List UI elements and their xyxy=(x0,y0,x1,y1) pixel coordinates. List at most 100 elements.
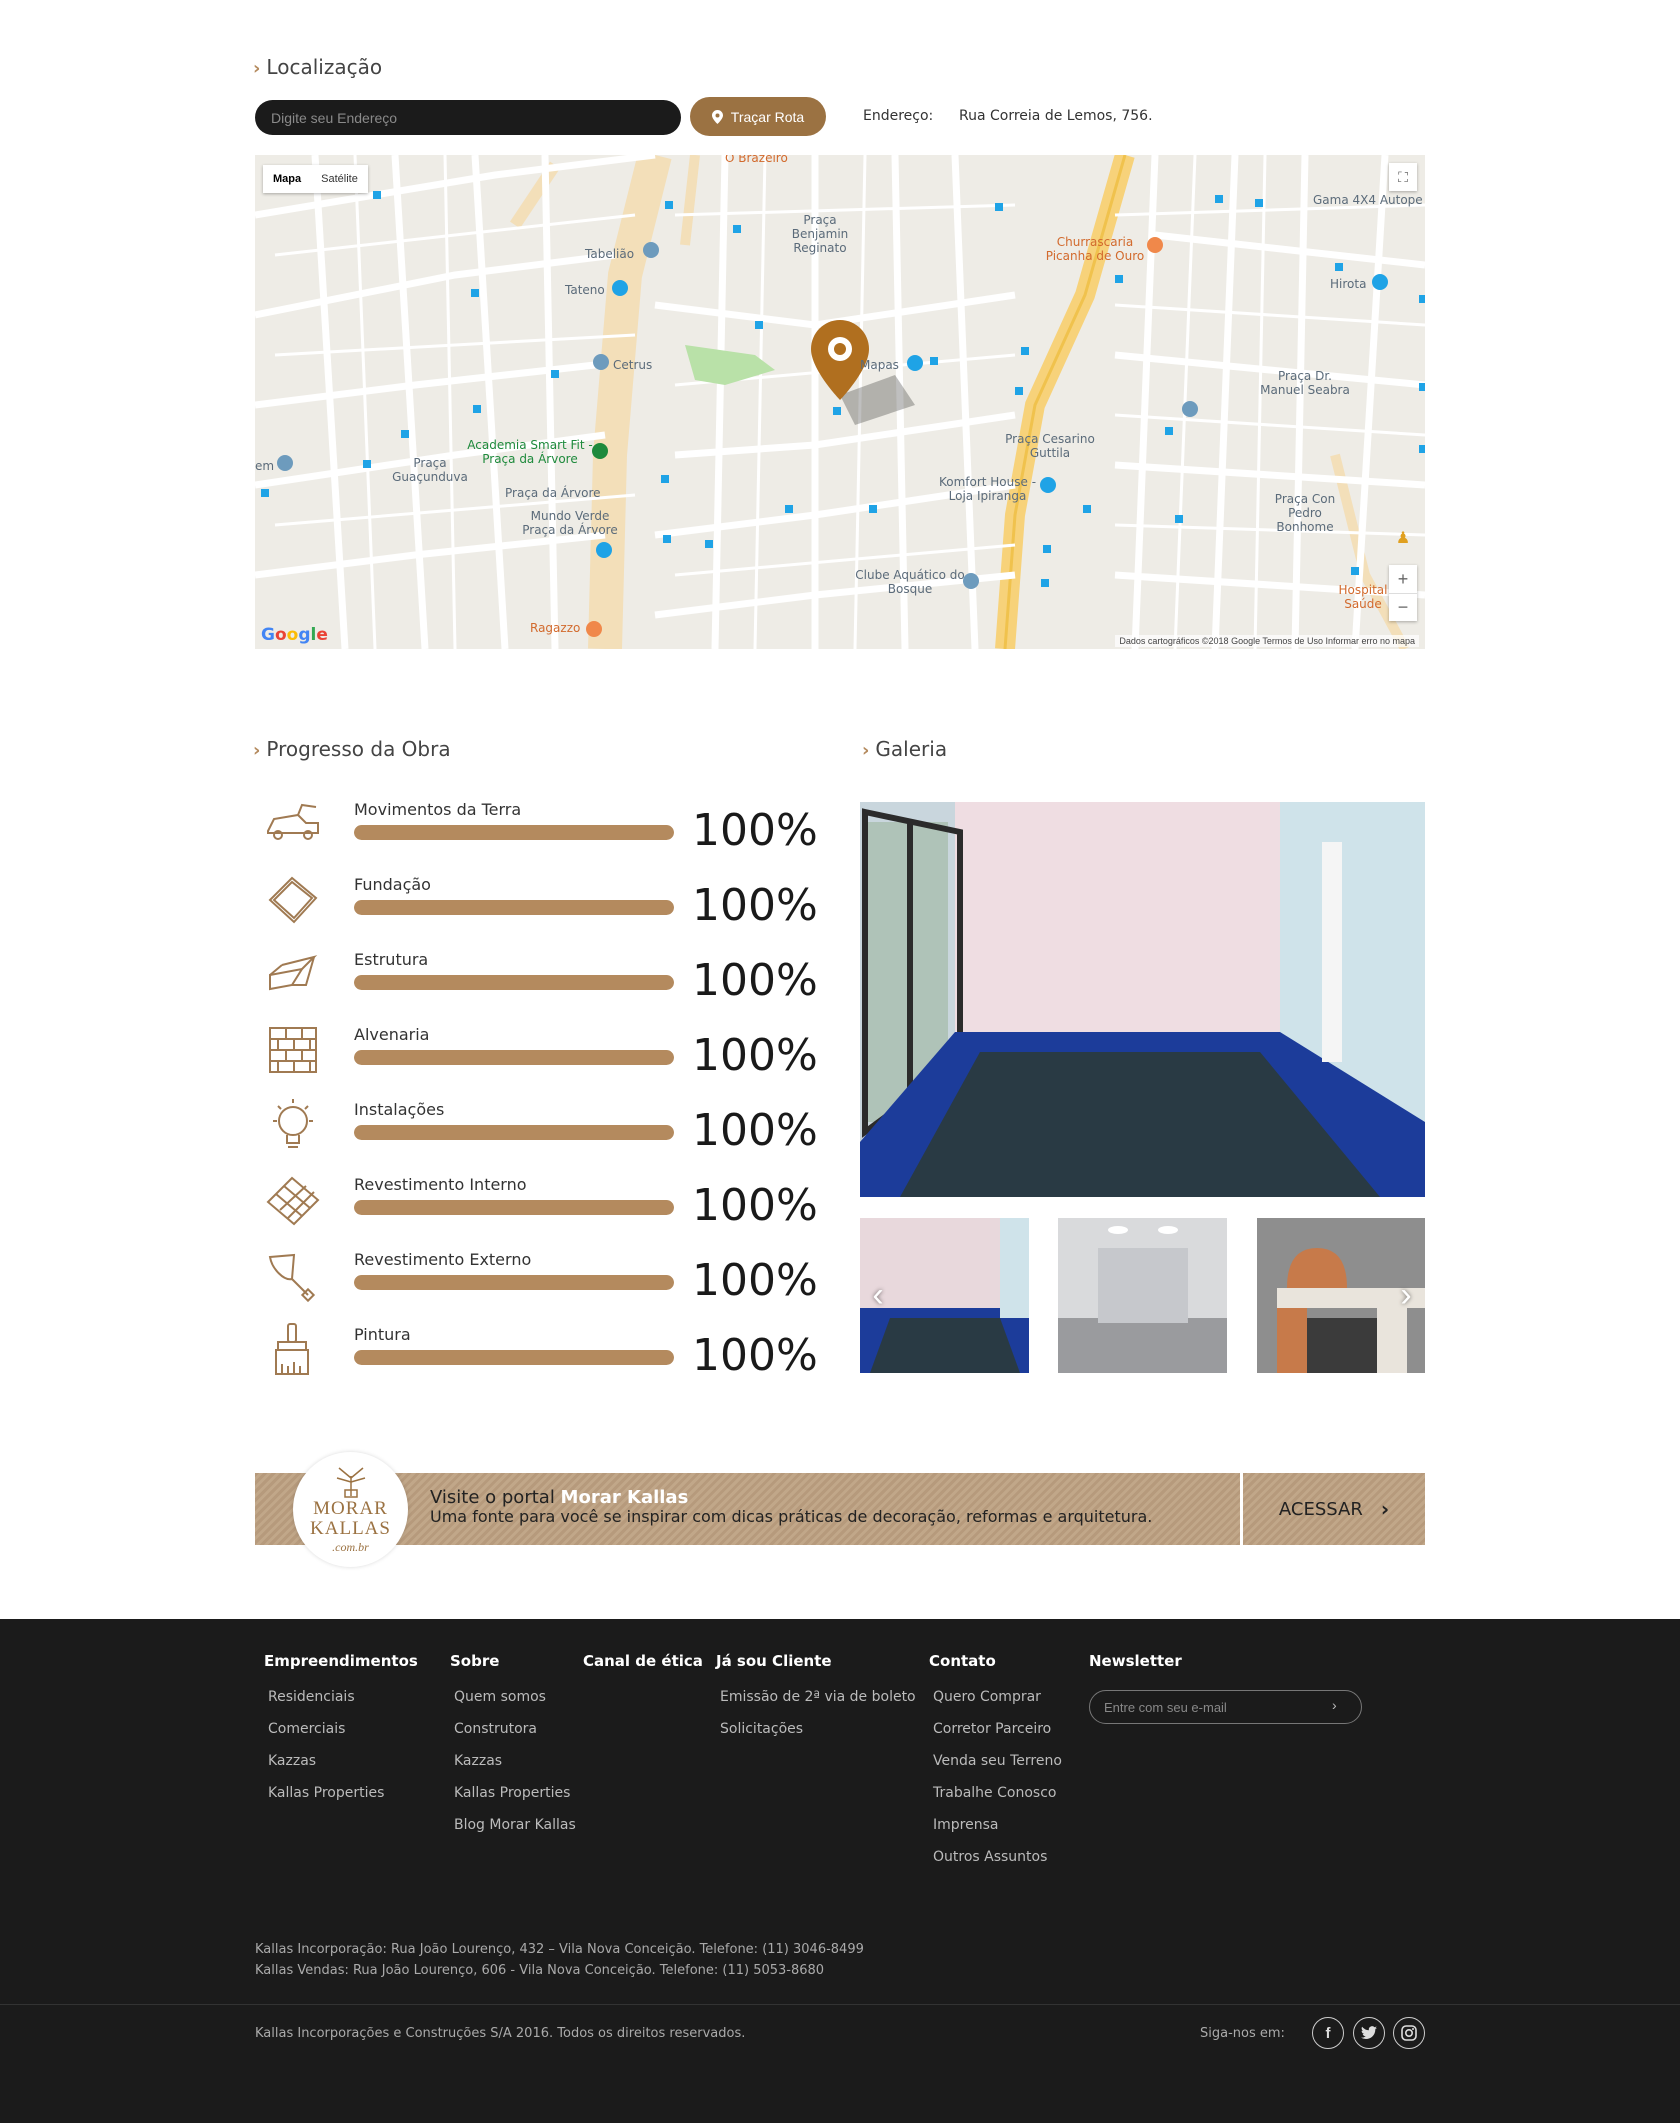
progress-bar xyxy=(354,825,674,840)
map-label-tateno: Tateno xyxy=(565,283,605,297)
gallery-thumb[interactable] xyxy=(1058,1218,1227,1373)
footer-col-cliente: Já sou Cliente Emissão de 2ª via de bole… xyxy=(716,1652,916,1745)
address-label: Endereço: xyxy=(863,108,934,124)
fullscreen-icon[interactable]: ⛶ xyxy=(1389,163,1417,191)
truck-icon xyxy=(267,803,319,840)
paint-brush-icon xyxy=(275,1323,309,1375)
footer-link-canal-etica[interactable]: Canal de ética xyxy=(583,1652,703,1670)
map-label-praca-benjamin: Praça Benjamin Reginato xyxy=(791,213,849,255)
footer-link[interactable]: Kallas Properties xyxy=(450,1777,576,1809)
instagram-glyph xyxy=(1401,2025,1417,2041)
footer-link[interactable]: Venda seu Terreno xyxy=(929,1745,1062,1777)
banner-subtitle: Uma fonte para você se inspirar com dica… xyxy=(430,1507,1153,1526)
progress-item-name: Fundação xyxy=(354,875,431,894)
map[interactable]: Mapa Satélite O Brazeiro Tabelião Tateno… xyxy=(255,155,1425,649)
chevron-right-icon: › xyxy=(253,740,261,761)
thumb-photo xyxy=(1058,1218,1227,1373)
trace-route-button[interactable]: Traçar Rota xyxy=(690,97,826,136)
map-label-gama: Gama 4X4 Autope xyxy=(1313,193,1423,207)
chevron-right-icon: › xyxy=(1380,1497,1390,1521)
gallery-main-image[interactable] xyxy=(860,802,1425,1197)
newsletter-email-input[interactable] xyxy=(1089,1690,1362,1724)
gallery-next-arrow[interactable]: › xyxy=(1392,1275,1420,1315)
progress-bar-fill xyxy=(354,1125,674,1140)
footer-link[interactable]: Kazzas xyxy=(264,1745,418,1777)
map-label-praca-manuel: Praça Dr. Manuel Seabra xyxy=(1260,369,1350,397)
trowel-icon xyxy=(268,1253,316,1303)
zoom-out-button[interactable]: − xyxy=(1389,593,1417,621)
footer-link[interactable]: Outros Assuntos xyxy=(929,1841,1062,1873)
newsletter-submit-arrow-icon[interactable]: › xyxy=(1332,1697,1337,1713)
map-label-ragazzo: Ragazzo xyxy=(530,621,581,635)
progress-bar xyxy=(354,1200,674,1215)
twitter-icon[interactable] xyxy=(1353,2017,1385,2049)
map-type-toggle: Mapa Satélite xyxy=(263,165,368,193)
progress-item: Fundação 100% xyxy=(262,870,822,931)
map-attribution: Dados cartográficos ©2018 Google Termos … xyxy=(1115,635,1419,647)
progress-section-title: › Progresso da Obra xyxy=(253,737,451,761)
map-type-map[interactable]: Mapa xyxy=(263,165,311,193)
footer-col-sobre: Sobre Quem somos Construtora Kazzas Kall… xyxy=(450,1652,576,1841)
footer-link[interactable]: Blog Morar Kallas xyxy=(450,1809,576,1841)
progress-bar xyxy=(354,1050,674,1065)
progress-bar-fill xyxy=(354,1275,674,1290)
footer-col-newsletter: Newsletter xyxy=(1089,1652,1182,1670)
progress-bar-fill xyxy=(354,1200,674,1215)
footer-col-empreendimentos: Empreendimentos Residenciais Comerciais … xyxy=(264,1652,418,1809)
footer-link[interactable]: Quero Comprar xyxy=(929,1681,1062,1713)
footer-link[interactable]: Residenciais xyxy=(264,1681,418,1713)
progress-item-name: Instalações xyxy=(354,1100,445,1119)
progress-item-name: Movimentos da Terra xyxy=(354,800,522,819)
footer-link[interactable]: Solicitações xyxy=(716,1713,916,1745)
progress-item: Estrutura 100% xyxy=(262,945,822,1006)
footer-link[interactable]: Kallas Properties xyxy=(264,1777,418,1809)
follow-us-label: Siga-nos em: xyxy=(1200,2026,1285,2041)
gallery-prev-arrow[interactable]: ‹ xyxy=(864,1275,892,1315)
footer-copyright: Kallas Incorporações e Construções S/A 2… xyxy=(255,2026,746,2041)
map-label-tabeliao: Tabelião xyxy=(585,247,635,261)
brick-wall-icon xyxy=(269,1027,317,1073)
tiles-icon xyxy=(266,1176,320,1226)
footer-link[interactable]: Corretor Parceiro xyxy=(929,1713,1062,1745)
map-label-churrascaria: Churrascaria Picanha de Ouro xyxy=(1045,235,1145,263)
plant-logo-icon xyxy=(336,1467,366,1498)
progress-value: 100% xyxy=(692,1255,818,1306)
map-label-o-brazeiro: O Brazeiro xyxy=(725,155,788,165)
zoom-in-button[interactable]: + xyxy=(1389,565,1417,593)
progress-item-name: Revestimento Externo xyxy=(354,1250,532,1269)
access-button[interactable]: ACESSAR › xyxy=(1243,1473,1425,1545)
chevron-right-icon: › xyxy=(253,58,261,79)
progress-item: Pintura 100% xyxy=(262,1320,822,1381)
map-label-praca-pedro: Praça Con Pedro Bonhome xyxy=(1274,492,1336,534)
footer-address-2: Kallas Vendas: Rua João Lourenço, 606 - … xyxy=(255,1963,825,1978)
map-label-komfort: Komfort House - Loja Ipiranga xyxy=(938,475,1037,503)
footer-link[interactable]: Trabalhe Conosco xyxy=(929,1777,1062,1809)
progress-bar-fill xyxy=(354,900,674,915)
progress-item: Revestimento Externo 100% xyxy=(262,1245,822,1306)
location-section-title: › Localização xyxy=(253,55,383,79)
footer-link[interactable]: Quem somos xyxy=(450,1681,576,1713)
map-label-cetrus: Cetrus xyxy=(613,358,653,372)
page: ›Localização Traçar Rota Endereço: Rua C… xyxy=(0,0,1680,2123)
map-label-academia: Academia Smart Fit - Praça da Árvore xyxy=(467,438,593,466)
footer-link[interactable]: Emissão de 2ª via de boleto xyxy=(716,1681,916,1713)
footer-link[interactable]: Construtora xyxy=(450,1713,576,1745)
footer-link[interactable]: Comerciais xyxy=(264,1713,418,1745)
facebook-icon[interactable]: f xyxy=(1312,2017,1344,2049)
progress-value: 100% xyxy=(692,955,818,1006)
address-input[interactable] xyxy=(255,100,681,135)
footer-link[interactable]: Kazzas xyxy=(450,1745,576,1777)
twitter-bird-glyph xyxy=(1361,2026,1377,2040)
progress-bar xyxy=(354,1125,674,1140)
gallery-section-title: › Galeria xyxy=(862,737,948,761)
street-view-pegman-icon[interactable]: ♟ xyxy=(1389,525,1417,553)
chevron-right-icon: › xyxy=(862,740,870,761)
progress-item-name: Alvenaria xyxy=(354,1025,430,1044)
footer-link[interactable]: Imprensa xyxy=(929,1809,1062,1841)
map-label-mapas: Mapas xyxy=(860,358,899,372)
instagram-icon[interactable] xyxy=(1393,2017,1425,2049)
progress-item: Movimentos da Terra 100% xyxy=(262,795,822,856)
progress-value: 100% xyxy=(692,880,818,931)
map-type-satellite[interactable]: Satélite xyxy=(311,165,368,193)
progress-bar-fill xyxy=(354,975,674,990)
